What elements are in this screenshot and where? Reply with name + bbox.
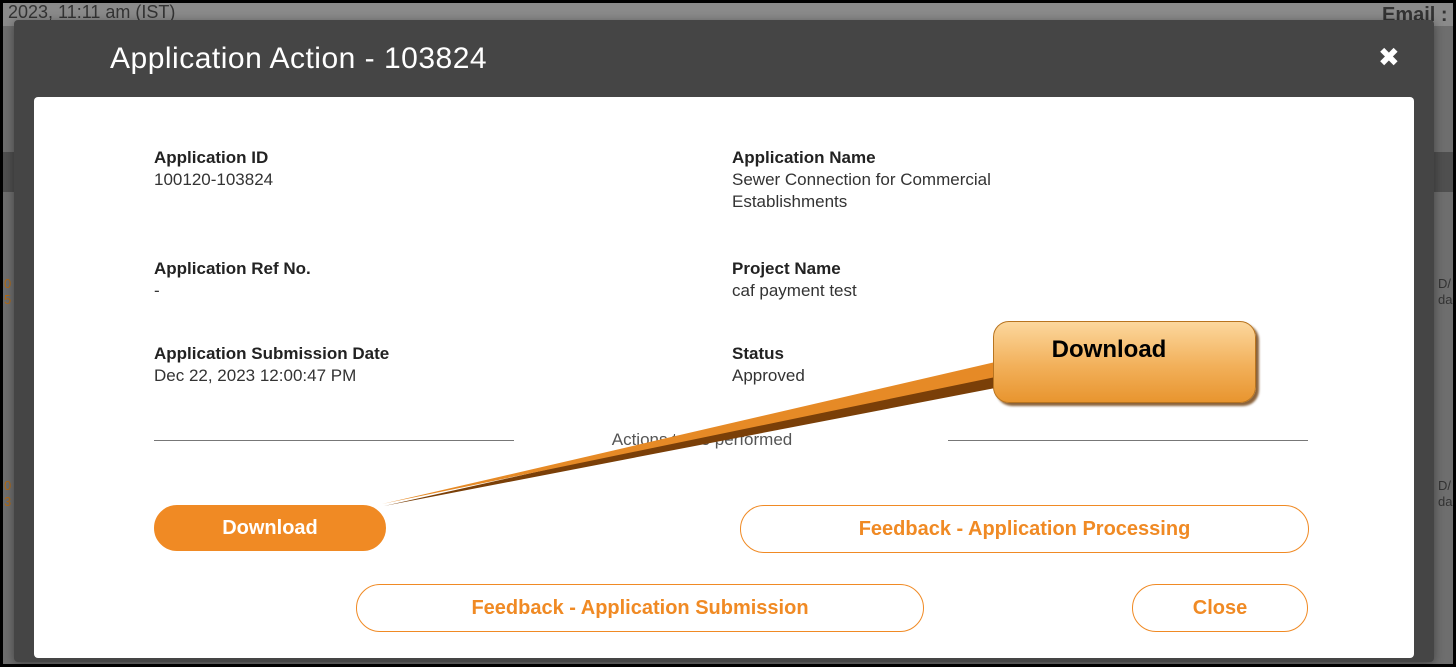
actions-divider-label: Actions to be performed bbox=[582, 430, 822, 450]
close-button[interactable]: Close bbox=[1132, 584, 1308, 632]
field-label: Application Ref No. bbox=[154, 259, 311, 278]
feedback-processing-button[interactable]: Feedback - Application Processing bbox=[740, 505, 1309, 553]
field-application-name: Application Name Sewer Connection for Co… bbox=[732, 147, 991, 213]
background-row-text: da bbox=[1438, 494, 1453, 509]
field-label: Application ID bbox=[154, 148, 269, 167]
field-value: Establishments bbox=[732, 192, 848, 211]
field-status: Status Approved bbox=[732, 343, 805, 387]
background-row-text: 5 bbox=[4, 292, 12, 307]
field-label: Project Name bbox=[732, 259, 841, 278]
field-application-id: Application ID 100120-103824 bbox=[154, 147, 273, 191]
field-value: 100120-103824 bbox=[154, 170, 274, 189]
callout-label: Download bbox=[1051, 336, 1167, 363]
field-value: - bbox=[154, 281, 160, 300]
background-row-text: da bbox=[1438, 292, 1453, 307]
background-row-text: D/ bbox=[1438, 276, 1451, 291]
field-value: Dec 22, 2023 12:00:47 PM bbox=[154, 366, 357, 385]
field-application-ref: Application Ref No. - bbox=[154, 258, 311, 302]
divider-line-left bbox=[154, 440, 514, 441]
download-callout: Download bbox=[993, 321, 1256, 403]
field-value: caf payment test bbox=[732, 281, 857, 300]
field-value: Approved bbox=[732, 366, 805, 385]
field-label: Application Submission Date bbox=[154, 344, 390, 363]
close-icon[interactable]: ✖ bbox=[1378, 42, 1400, 73]
feedback-submission-button[interactable]: Feedback - Application Submission bbox=[356, 584, 924, 632]
field-label: Application Name bbox=[732, 148, 876, 167]
field-project-name: Project Name caf payment test bbox=[732, 258, 857, 302]
divider-line-right bbox=[948, 440, 1308, 441]
background-row-text: D/ bbox=[1438, 478, 1451, 493]
modal-title: Application Action - 103824 bbox=[110, 42, 488, 75]
download-button[interactable]: Download bbox=[154, 505, 386, 551]
background-row-text: 3 bbox=[4, 494, 12, 509]
field-submission-date: Application Submission Date Dec 22, 2023… bbox=[154, 343, 389, 387]
field-value: Sewer Connection for Commercial bbox=[732, 170, 991, 189]
field-label: Status bbox=[732, 344, 784, 363]
